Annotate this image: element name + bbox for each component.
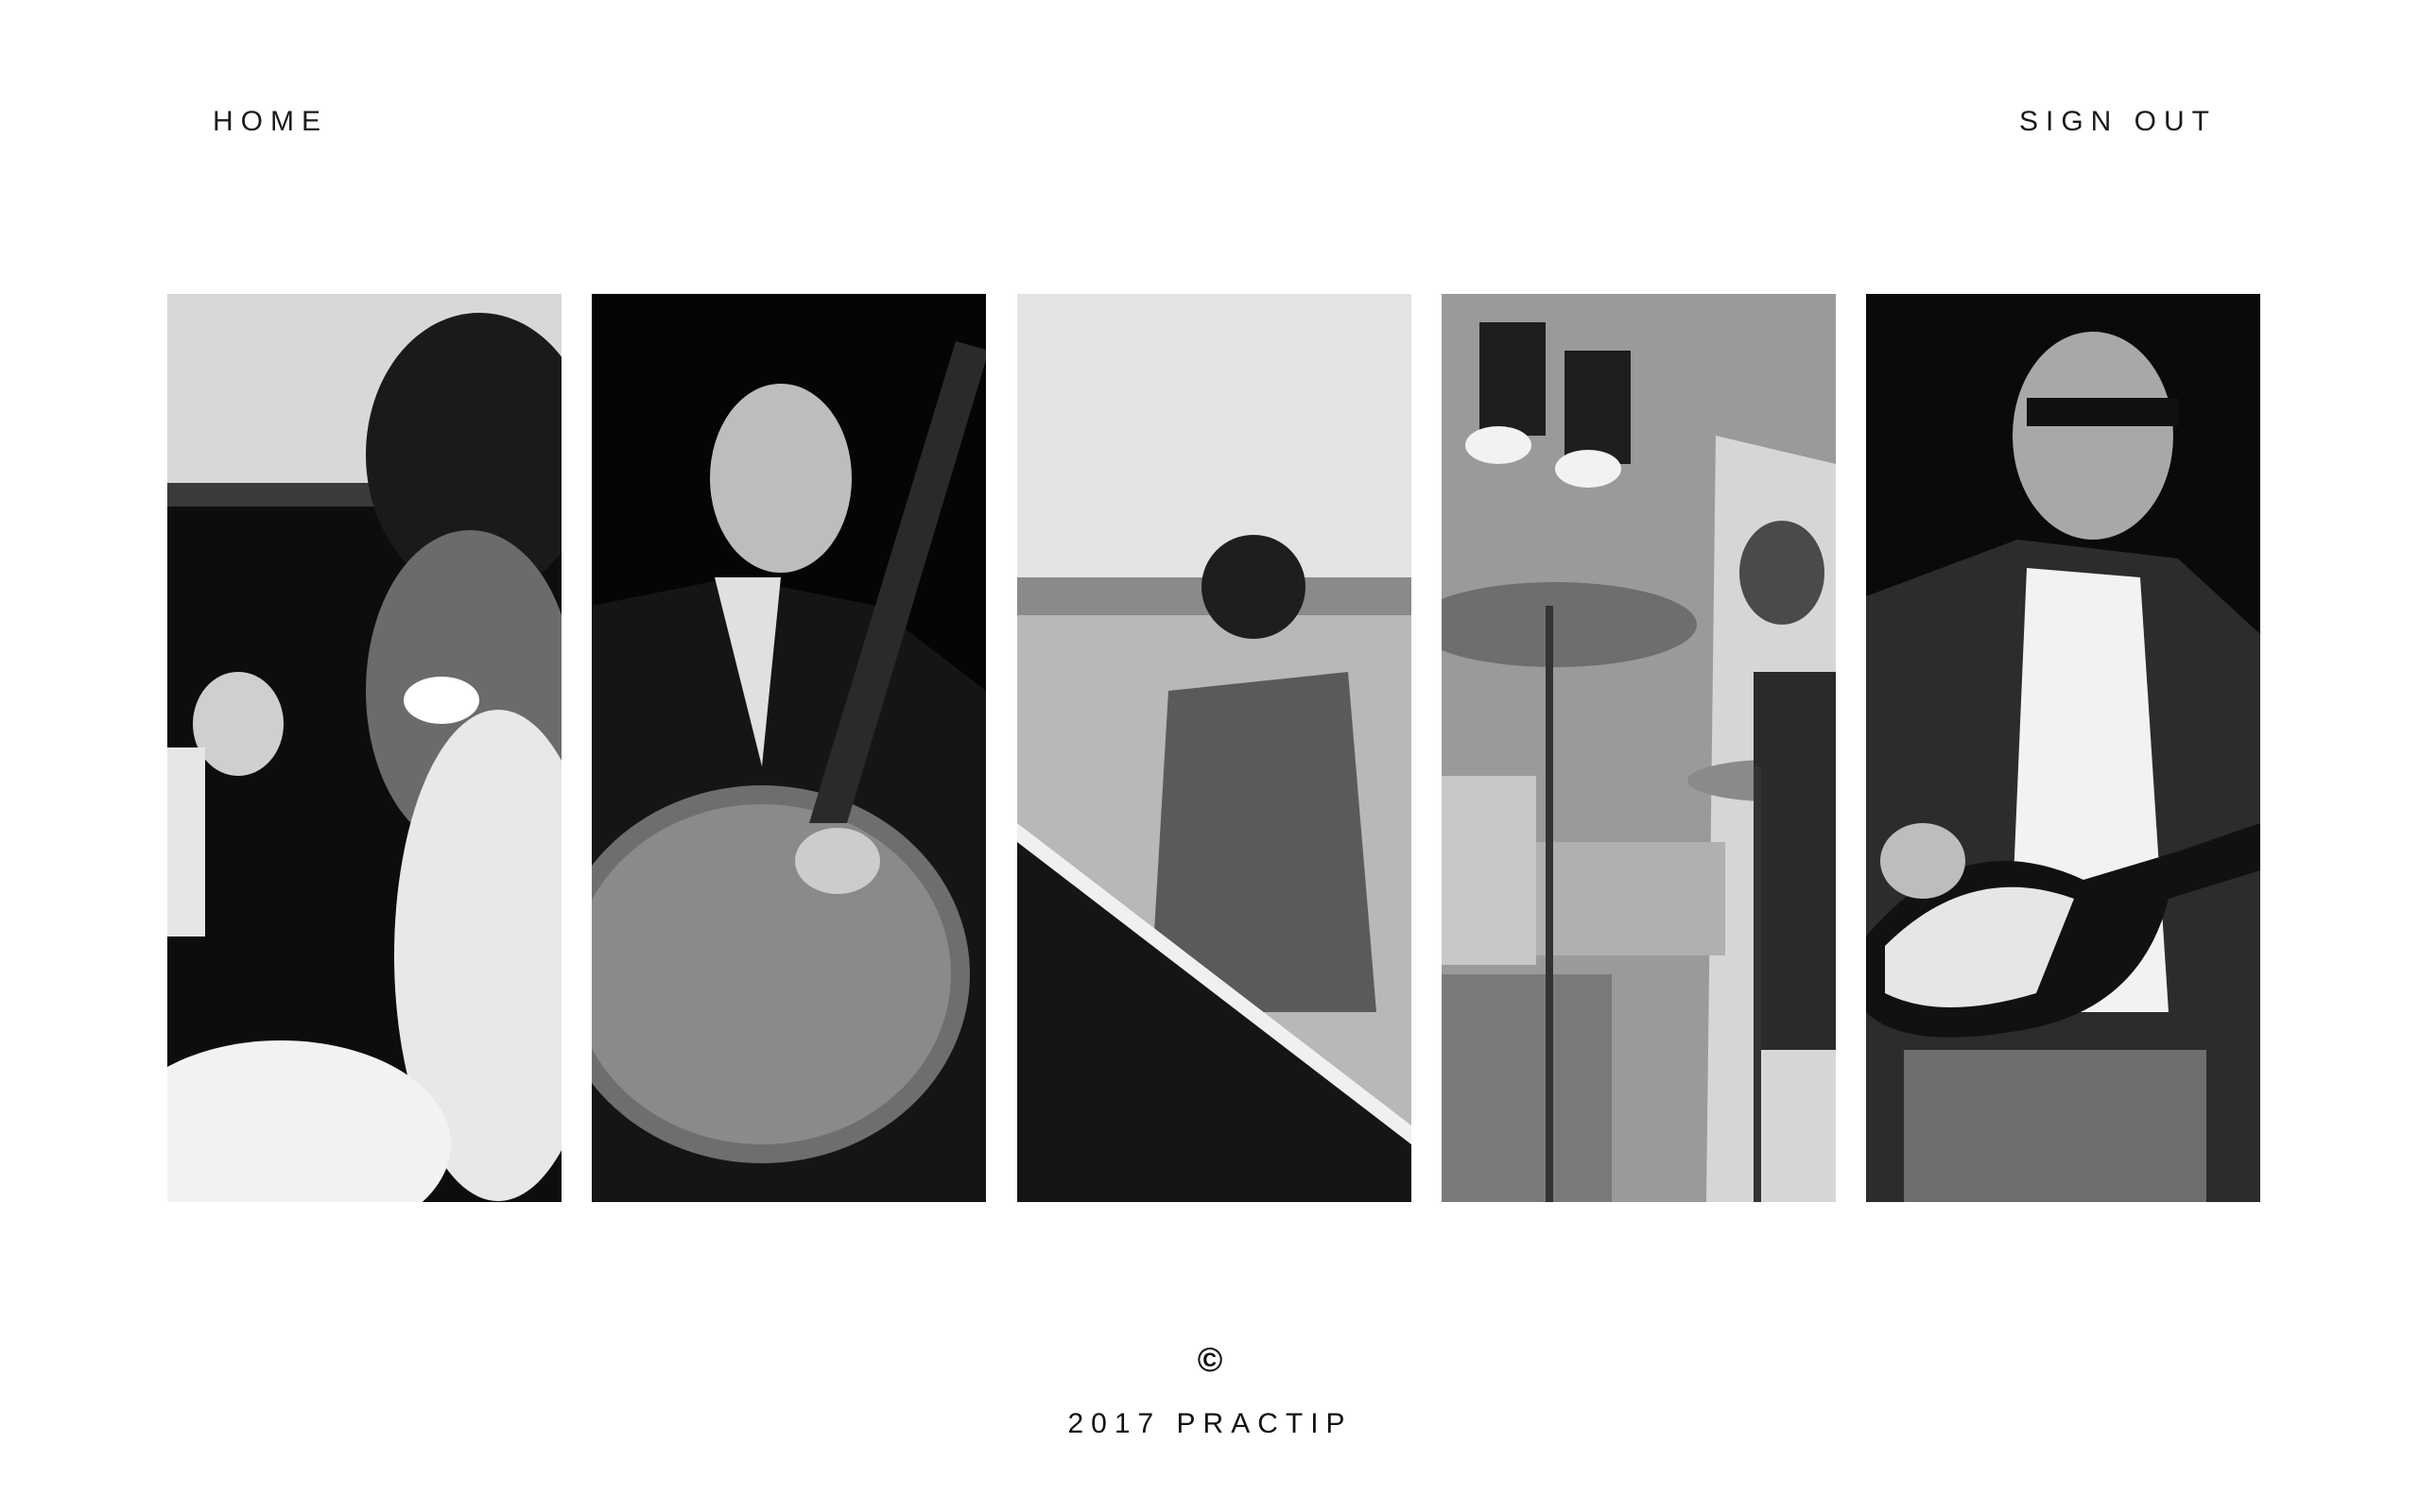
guitarist-photo-image xyxy=(592,294,987,1202)
bassist-photo-image xyxy=(1866,294,2260,1202)
keyboardist-photo-image xyxy=(1016,294,1411,1202)
home-link[interactable]: HOME xyxy=(213,106,328,138)
copyright-icon: © xyxy=(1197,1340,1223,1379)
gallery-photo-drummer[interactable] xyxy=(1441,294,1836,1202)
copyright-text: 2017 PRACTIP xyxy=(1067,1408,1353,1439)
drummer-photo-image xyxy=(1441,294,1836,1202)
photo-gallery xyxy=(167,294,2260,1202)
page: HOME SIGN OUT © 2017 PRACTIP xyxy=(0,0,2420,1512)
singer-photo-image xyxy=(167,294,562,1202)
gallery-photo-keyboardist[interactable] xyxy=(1016,294,1411,1202)
gallery-photo-guitarist[interactable] xyxy=(592,294,987,1202)
gallery-photo-singer[interactable] xyxy=(167,294,562,1202)
sign-out-link[interactable]: SIGN OUT xyxy=(2019,106,2217,138)
gallery-photo-bassist[interactable] xyxy=(1866,294,2260,1202)
